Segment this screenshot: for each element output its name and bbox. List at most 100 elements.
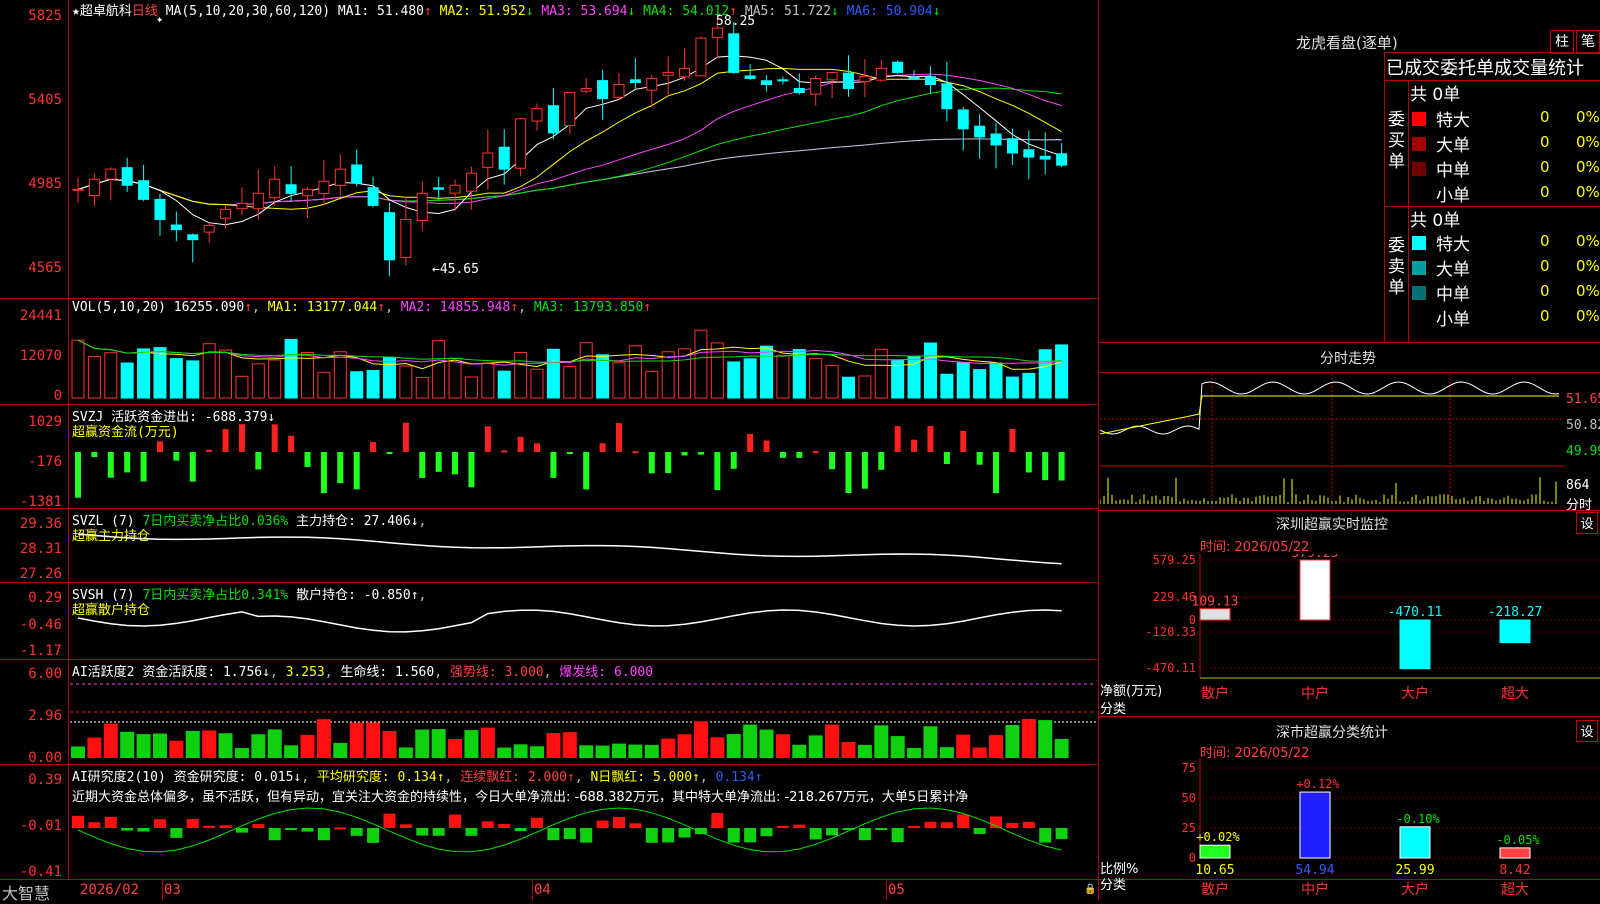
candle-body[interactable] — [220, 208, 232, 219]
volume-bar[interactable] — [333, 351, 347, 399]
research-bar[interactable] — [334, 827, 347, 830]
candle-body[interactable] — [957, 109, 969, 130]
volume-bar[interactable] — [923, 342, 937, 399]
candle-body[interactable] — [580, 88, 592, 92]
monitor-settings-button[interactable]: 设 — [1576, 512, 1598, 534]
fund-flow-bar[interactable] — [747, 433, 754, 452]
activity-bar[interactable] — [775, 734, 790, 758]
activity-bar[interactable] — [759, 729, 774, 758]
research-bar[interactable] — [531, 817, 544, 828]
volume-bar[interactable] — [874, 348, 888, 399]
volume-bar[interactable] — [219, 349, 233, 399]
volume-bar[interactable] — [87, 356, 101, 399]
research-bar[interactable] — [498, 823, 511, 828]
candle-body[interactable] — [236, 202, 248, 210]
research-bar[interactable] — [350, 828, 363, 836]
activity-bar[interactable] — [972, 747, 987, 758]
main-holding-chart[interactable] — [70, 520, 1096, 580]
volume-bar[interactable] — [940, 373, 954, 399]
research-bar[interactable] — [826, 828, 839, 836]
candle-body[interactable] — [1039, 155, 1051, 160]
volume-bar[interactable] — [169, 358, 183, 399]
activity-bar[interactable] — [300, 735, 315, 758]
volume-bar[interactable] — [546, 348, 560, 399]
fund-flow-bar[interactable] — [91, 452, 98, 458]
fund-flow-chart[interactable] — [70, 418, 1096, 506]
candle-body[interactable] — [679, 67, 691, 78]
activity-bar[interactable] — [185, 730, 200, 758]
research-bar[interactable] — [858, 828, 871, 841]
volume-bar[interactable] — [301, 351, 315, 399]
activity-bar[interactable] — [841, 741, 856, 758]
volume-bar[interactable] — [743, 358, 757, 399]
fund-flow-bar[interactable] — [419, 452, 426, 478]
volume-bar[interactable] — [268, 359, 282, 399]
research-bar[interactable] — [793, 824, 806, 828]
volume-bar[interactable] — [1038, 349, 1052, 399]
activity-bar[interactable] — [415, 729, 430, 758]
research-bar[interactable] — [1006, 823, 1019, 828]
fund-flow-bar[interactable] — [730, 452, 737, 469]
activity-bar[interactable] — [136, 734, 151, 758]
fund-flow-bar[interactable] — [1058, 452, 1065, 481]
research-bar[interactable] — [645, 828, 658, 843]
research-bar[interactable] — [72, 815, 84, 828]
candle-body[interactable] — [564, 92, 576, 127]
activity-bar[interactable] — [431, 729, 446, 758]
research-bar[interactable] — [268, 828, 281, 841]
research-bar[interactable] — [432, 828, 445, 836]
research-bar[interactable] — [153, 819, 166, 828]
volume-bar[interactable] — [186, 360, 200, 399]
activity-bar[interactable] — [661, 738, 676, 758]
activity-bar[interactable] — [349, 722, 364, 758]
fund-flow-bar[interactable] — [337, 452, 344, 484]
research-chart[interactable] — [70, 800, 1096, 878]
research-bar[interactable] — [875, 828, 888, 830]
candle-body[interactable] — [269, 178, 281, 199]
lock-icon[interactable]: 🔒 — [1084, 884, 1096, 895]
activity-bar[interactable] — [595, 745, 610, 758]
candle-body[interactable] — [252, 192, 264, 210]
volume-bar[interactable] — [973, 369, 987, 399]
fund-flow-bar[interactable] — [599, 443, 606, 452]
candle-body[interactable] — [465, 172, 477, 192]
research-bar[interactable] — [367, 828, 380, 843]
candle-body[interactable] — [383, 212, 395, 261]
research-bar[interactable] — [104, 816, 117, 828]
volume-bar[interactable] — [251, 363, 265, 399]
fund-flow-bar[interactable] — [550, 452, 557, 478]
candle-body[interactable] — [629, 79, 641, 83]
volume-bar[interactable] — [989, 362, 1003, 399]
fund-flow-bar[interactable] — [222, 429, 229, 452]
candle-body[interactable] — [597, 80, 609, 100]
activity-bar[interactable] — [1054, 738, 1069, 758]
volume-bar[interactable] — [120, 362, 134, 399]
research-bar[interactable] — [760, 828, 773, 837]
fund-flow-bar[interactable] — [845, 452, 852, 494]
volume-bar[interactable] — [432, 340, 446, 399]
candlestick-chart[interactable] — [70, 16, 1096, 296]
ratio-bar-chart[interactable]: 7550250+0.02%10.65散户+0.12%54.94中户-0.10%2… — [1100, 758, 1600, 900]
candle-body[interactable] — [72, 188, 84, 191]
activity-bar[interactable] — [693, 721, 708, 758]
volume-bar[interactable] — [907, 356, 921, 399]
activity-bar[interactable] — [169, 740, 184, 758]
retail-holding-chart[interactable] — [70, 596, 1096, 658]
activity-bar[interactable] — [808, 735, 823, 758]
research-bar[interactable] — [694, 828, 707, 835]
research-bar[interactable] — [891, 828, 904, 843]
research-bar[interactable] — [924, 821, 937, 828]
candle-body[interactable] — [203, 225, 215, 233]
volume-bar[interactable] — [1005, 376, 1019, 399]
activity-bar[interactable] — [284, 745, 299, 758]
volume-bar[interactable] — [448, 357, 462, 399]
candle-body[interactable] — [908, 76, 920, 79]
fund-flow-bar[interactable] — [534, 443, 541, 452]
activity-bar[interactable] — [579, 745, 594, 758]
fund-flow-bar[interactable] — [238, 424, 245, 452]
fund-flow-bar[interactable] — [665, 452, 672, 474]
volume-bar[interactable] — [563, 365, 577, 399]
volume-bar[interactable] — [382, 357, 396, 399]
volume-bar[interactable] — [1055, 344, 1069, 399]
volume-bar[interactable] — [1022, 372, 1036, 399]
